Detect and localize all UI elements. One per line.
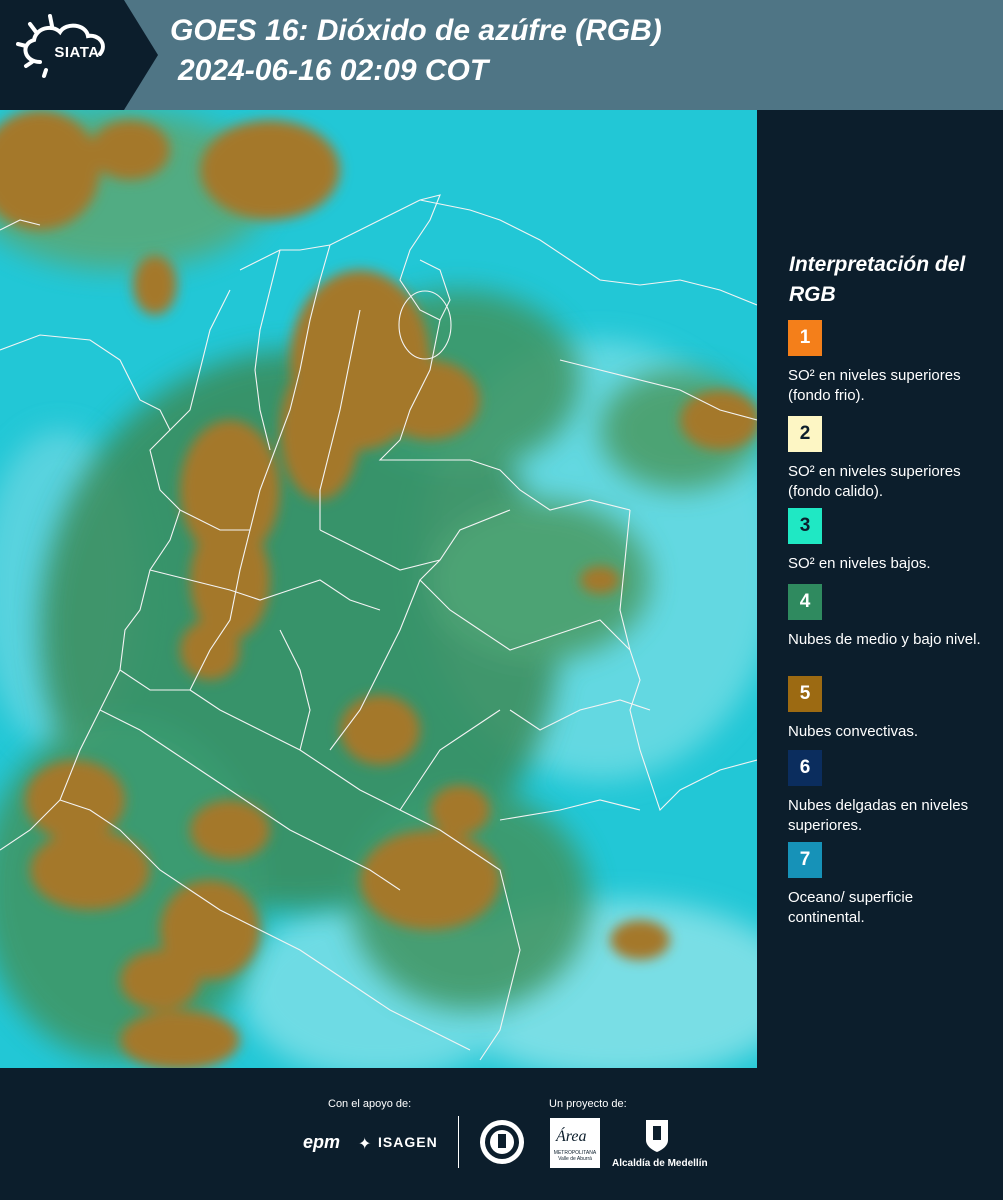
footer-divider [458,1116,459,1168]
legend-item-3: 3 SO² en niveles bajos. [788,508,993,574]
legend-number-6: 6 [799,757,811,778]
legend-number-7: 7 [799,849,811,870]
legend-swatch-5: 5 [788,676,822,712]
legend-item-5: 5 Nubes convectivas. [788,676,993,742]
legend-number-1: 1 [799,327,811,348]
legend-desc-7: Oceano/ superficie continental. [788,889,914,926]
isagen-logo[interactable]: ISAGEN [378,1134,438,1150]
epm-logo[interactable]: epm [303,1132,340,1153]
area-logo-text: Área [556,1128,587,1145]
legend-panel: Interpretación del RGB 1 SO² en niveles … [758,110,1003,1068]
area-metropolitana-logo[interactable]: Área METROPOLITANA Valle de Aburrá [550,1118,600,1168]
page-timestamp: 2024-06-16 02:09 COT [178,54,489,87]
legend-item-7: 7 Oceano/ superficie continental. [788,842,993,928]
medellin-seal-icon[interactable] [478,1118,526,1166]
legend-number-5: 5 [799,683,811,704]
footer-bar: Con el apoyo de: Un proyecto de: epm ✦ I… [0,1068,1003,1200]
siata-logo[interactable]: SIATA [0,0,158,110]
header-bar: SIATA GOES 16: Dióxido de azúfre (RGB) 2… [0,0,1003,110]
logo-text: SIATA [54,44,100,61]
legend-number-2: 2 [799,423,811,444]
support-label: Con el apoyo de: [328,1098,412,1110]
legend-item-2: 2 SO² en niveles superiores (fondo calid… [788,416,993,502]
legend-desc-5: Nubes convectivas. [788,723,919,740]
legend-desc-6: Nubes delgadas en niveles superiores. [788,797,969,834]
legend-swatch-2: 2 [788,416,822,452]
page-title: GOES 16: Dióxido de azúfre (RGB) [170,14,662,47]
legend-item-6: 6 Nubes delgadas en niveles superiores. [788,750,993,836]
legend-item-4: 4 Nubes de medio y bajo nivel. [788,584,993,650]
legend-swatch-1: 1 [788,320,822,356]
legend-desc-2: SO² en niveles superiores (fondo calido)… [788,463,961,500]
alcaldia-shield-icon [644,1118,670,1154]
area-logo-subtext: METROPOLITANA Valle de Aburrá [553,1150,597,1162]
legend-number-3: 3 [799,515,811,536]
alcaldia-label[interactable]: Alcaldía de Medellín [612,1158,708,1169]
satellite-map[interactable] [0,110,757,1068]
legend-item-1: 1 SO² en niveles superiores (fondo frio)… [788,320,993,406]
legend-desc-1: SO² en niveles superiores (fondo frio). [788,367,961,404]
legend-swatch-3: 3 [788,508,822,544]
legend-desc-3: SO² en niveles bajos. [788,555,931,572]
isagen-icon: ✦ [358,1136,372,1153]
legend-swatch-6: 6 [788,750,822,786]
legend-swatch-7: 7 [788,842,822,878]
legend-title: Interpretación del RGB [789,253,966,306]
project-label: Un proyecto de: [549,1098,627,1110]
legend-swatch-4: 4 [788,584,822,620]
legend-desc-4: Nubes de medio y bajo nivel. [788,631,981,648]
legend-number-4: 4 [799,591,811,612]
